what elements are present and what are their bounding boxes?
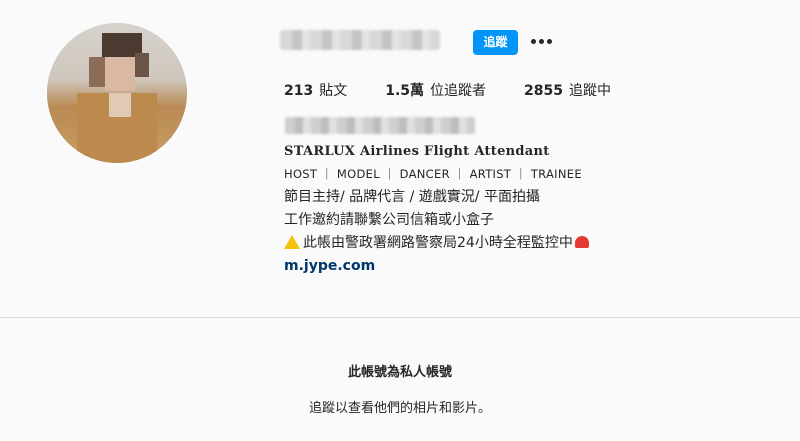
warning-icon xyxy=(284,235,300,249)
profile-avatar xyxy=(47,23,187,163)
private-account-subtitle: 追蹤以查看他們的相片和影片。 xyxy=(308,401,491,416)
bio-link[interactable]: m.jype.com xyxy=(284,258,375,274)
more-options-icon[interactable] xyxy=(531,39,553,45)
following-label: 追蹤中 xyxy=(569,83,612,99)
posts-count: 213 貼文 xyxy=(284,80,347,100)
username-obscured xyxy=(280,30,440,50)
avatar-pixel xyxy=(105,57,135,91)
bio-line-2: 工作邀約請聯繫公司信箱或小盒子 xyxy=(284,212,494,228)
avatar-pixel xyxy=(135,53,149,77)
followers-value: 1.5萬 xyxy=(385,83,425,99)
full-name-obscured xyxy=(285,117,475,134)
bio-headline: STARLUX Airlines Flight Attendant xyxy=(284,144,550,159)
avatar-pixel xyxy=(89,57,105,87)
avatar-pixel xyxy=(109,93,131,117)
private-account-title: 此帳號為私人帳號 xyxy=(347,365,452,380)
followers-label: 位追蹤者 xyxy=(430,83,487,99)
follow-button[interactable]: 追蹤 xyxy=(473,30,518,55)
posts-label: 貼文 xyxy=(319,83,348,99)
section-divider xyxy=(0,317,800,318)
bio-warning-line: 此帳由警政署網路警察局24小時全程監控中 xyxy=(284,232,589,255)
profile-stats: 213 貼文 1.5萬 位追蹤者 2855 追蹤中 xyxy=(284,80,649,100)
following-value: 2855 xyxy=(524,83,564,99)
posts-value: 213 xyxy=(284,83,314,99)
siren-icon xyxy=(574,236,589,248)
profile-bio: STARLUX Airlines Flight Attendant HOST ｜… xyxy=(284,140,589,278)
bio-line-1: 節目主持/ 品牌代言 / 遊戲實況/ 平面拍攝 xyxy=(284,189,540,205)
followers-count[interactable]: 1.5萬 位追蹤者 xyxy=(385,80,486,100)
bio-tags: HOST ｜ MODEL ｜ DANCER ｜ ARTIST ｜ TRAINEE xyxy=(284,167,582,181)
following-count[interactable]: 2855 追蹤中 xyxy=(524,80,611,100)
bio-warning-text: 此帳由警政署網路警察局24小時全程監控中 xyxy=(303,235,573,251)
